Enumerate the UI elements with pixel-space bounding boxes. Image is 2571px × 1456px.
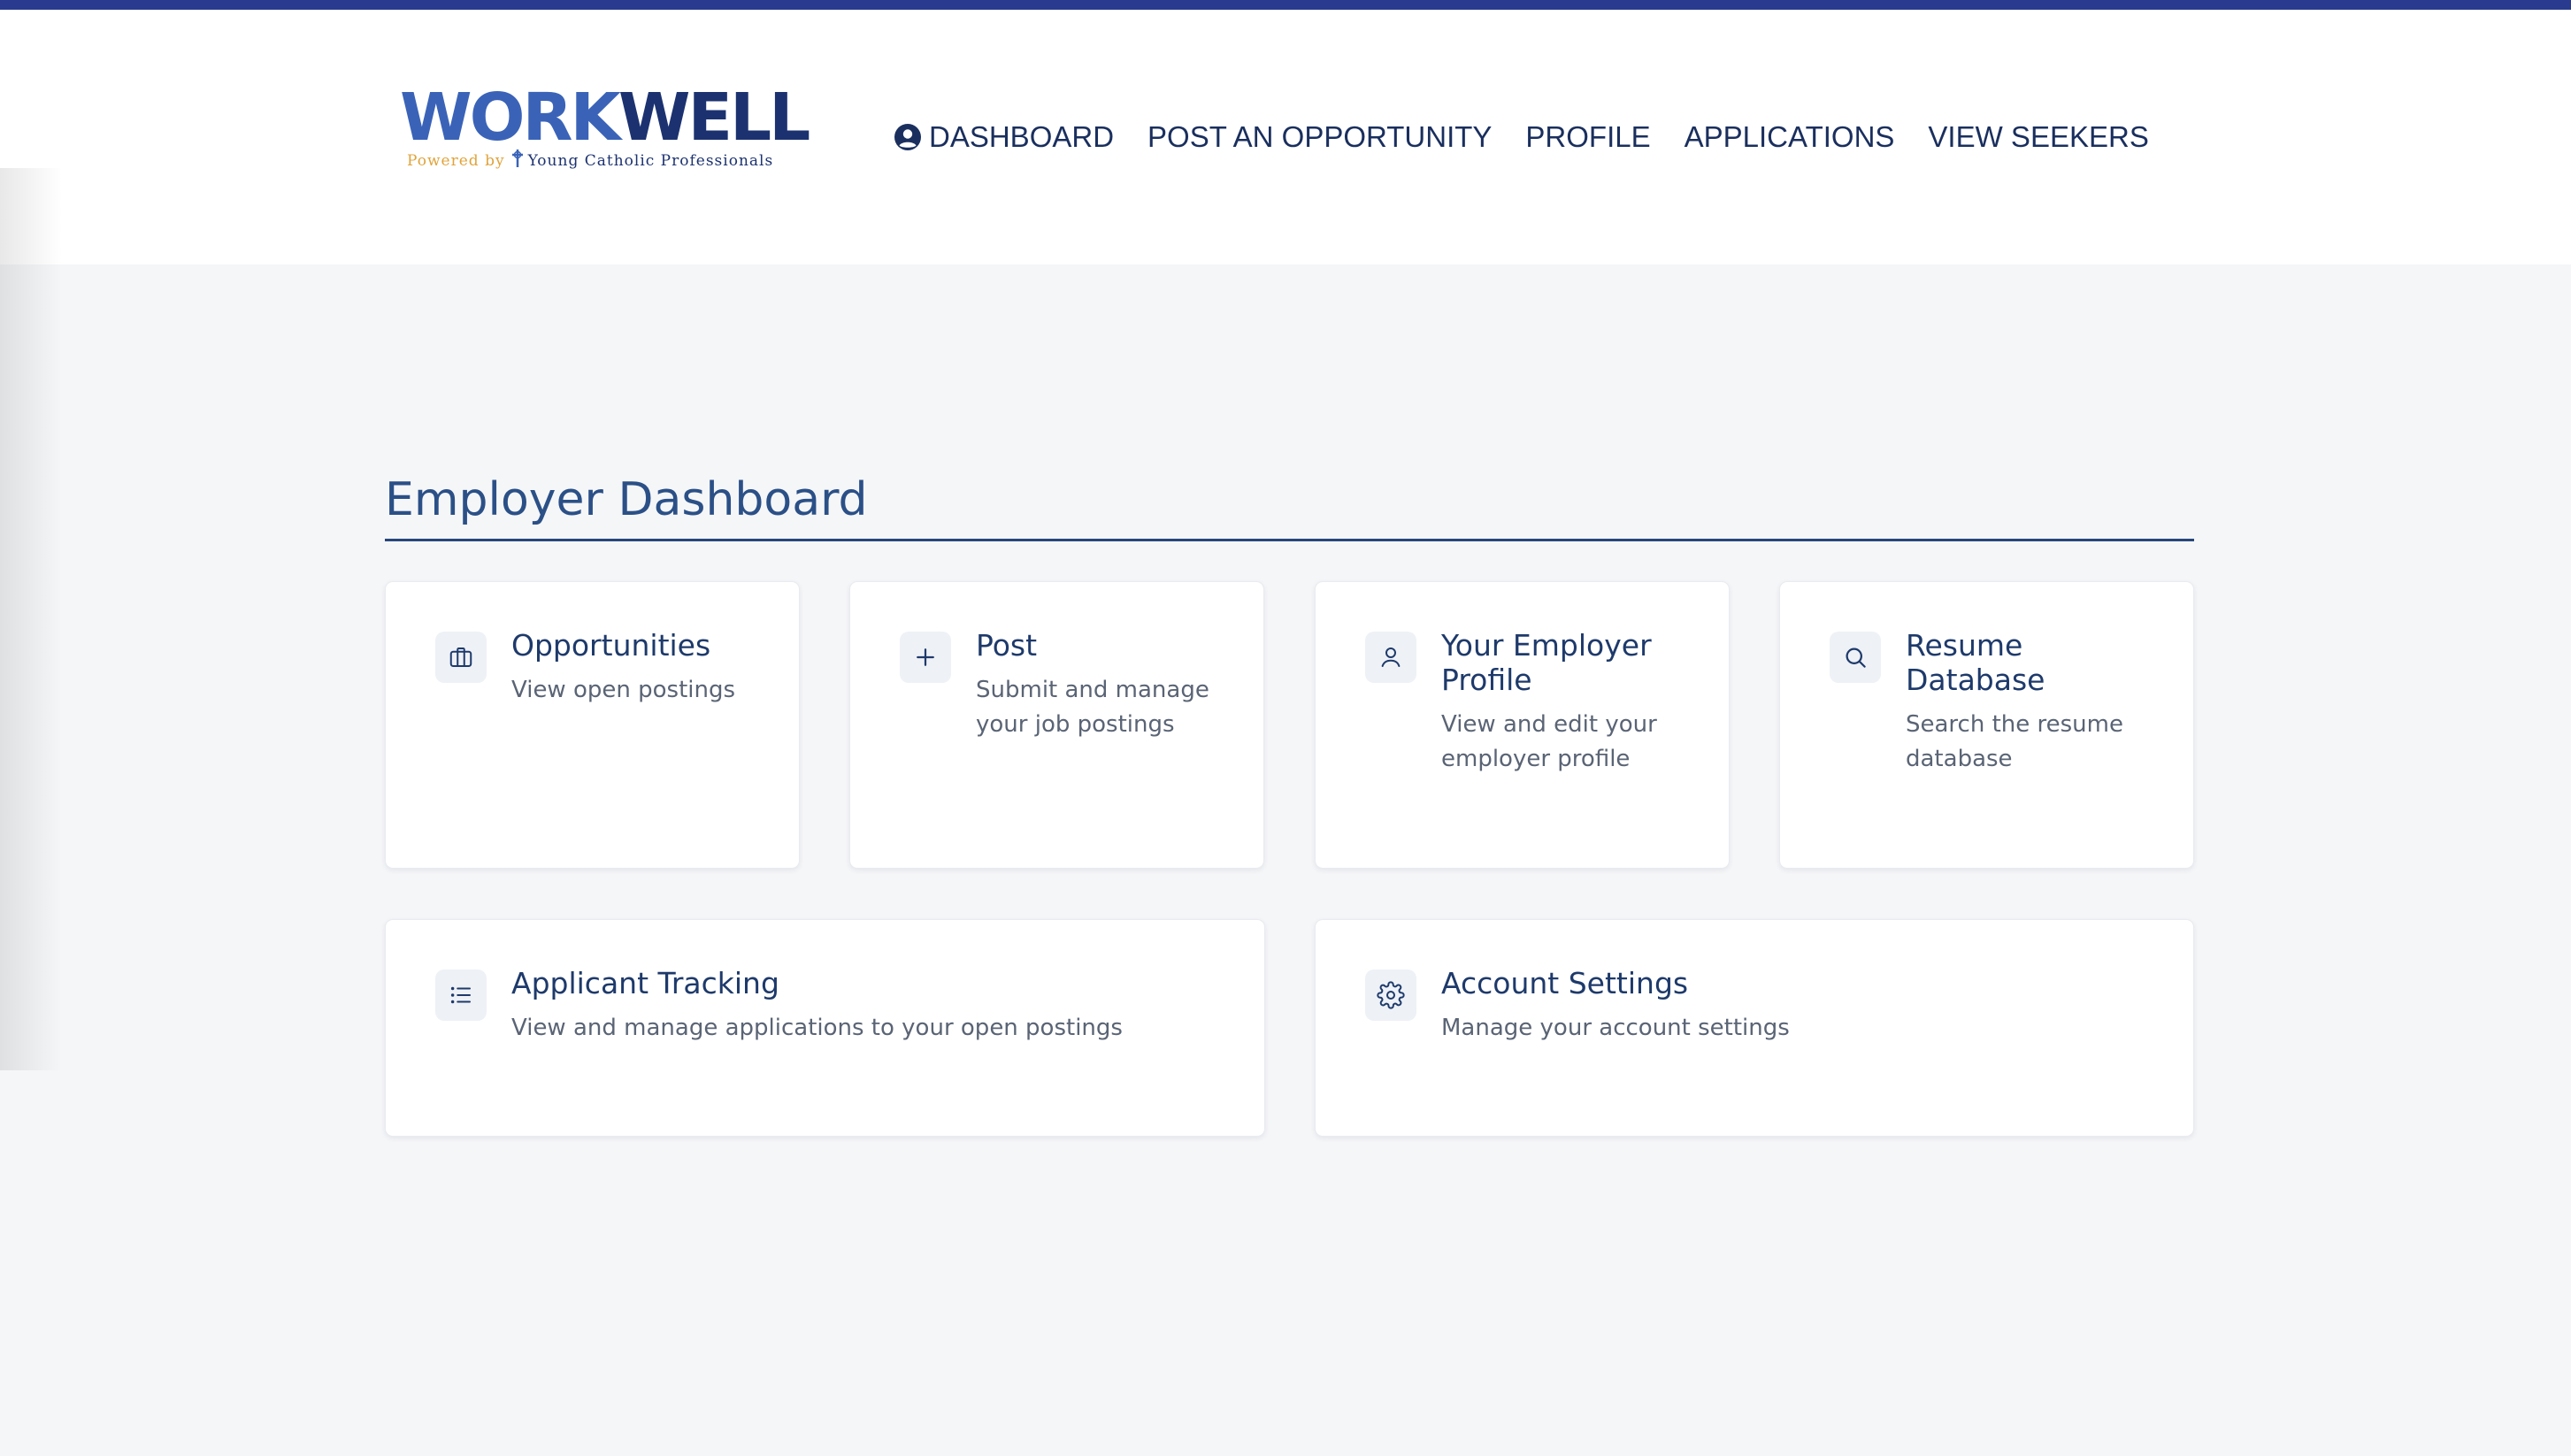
nav-label: APPLICATIONS [1684, 120, 1895, 153]
card-applicant-tracking[interactable]: Applicant Tracking View and manage appli… [385, 919, 1265, 1137]
nav-label: DASHBOARD [929, 120, 1115, 153]
card-opportunities[interactable]: Opportunities View open postings [385, 581, 800, 869]
list-icon [435, 969, 487, 1021]
logo-tagline: Powered by Young Catholic Professionals [407, 149, 773, 171]
card-title: Resume Database [1906, 628, 2045, 697]
user-circle-icon [894, 124, 921, 150]
nav-profile[interactable]: PROFILE [1525, 120, 1650, 154]
card-description: View and manage applications to your ope… [511, 1015, 1123, 1041]
gear-icon [1365, 969, 1416, 1021]
briefcase-icon [435, 632, 487, 683]
user-icon [1365, 632, 1416, 683]
card-employer-profile[interactable]: Your Employer Profile View and edit your… [1315, 581, 1730, 869]
workwell-logo[interactable]: WORKWELL Powered by Young Catholic Profes… [400, 80, 810, 177]
main-nav: DASHBOARD POST AN OPPORTUNITY PROFILE AP… [894, 115, 2149, 159]
card-resume-database[interactable]: Resume Database Search the resume databa… [1779, 581, 2194, 869]
search-icon [1830, 632, 1881, 683]
nav-label: PROFILE [1525, 120, 1651, 153]
card-title: Opportunities [511, 628, 711, 663]
card-description: View open postings [511, 677, 736, 703]
card-title: Account Settings [1441, 966, 1689, 1000]
page-title: Employer Dashboard [385, 473, 868, 526]
logo-powered-by: Powered by [407, 152, 505, 170]
card-description: Submit and manage your job postings [976, 677, 1209, 738]
card-description: Manage your account settings [1441, 1015, 1790, 1041]
card-post[interactable]: Post Submit and manage your job postings [849, 581, 1264, 869]
nav-view-seekers[interactable]: VIEW SEEKERS [1928, 120, 2148, 154]
nav-label: POST AN OPPORTUNITY [1147, 120, 1493, 153]
cross-icon [511, 149, 523, 167]
logo-word-well: WELL [618, 80, 810, 156]
card-account-settings[interactable]: Account Settings Manage your account set… [1315, 919, 2194, 1137]
nav-post-opportunity[interactable]: POST AN OPPORTUNITY [1147, 120, 1492, 154]
nav-applications[interactable]: APPLICATIONS [1685, 120, 1895, 154]
card-description: View and edit your employer profile [1441, 711, 1657, 772]
card-title: Post [976, 628, 1038, 663]
logo-word-work: WORK [400, 80, 621, 156]
logo-org-name: Young Catholic Professionals [527, 152, 774, 170]
side-shadow [0, 168, 62, 1070]
logo-wordmark: WORKWELL [400, 80, 810, 156]
nav-dashboard[interactable]: DASHBOARD [894, 120, 1114, 154]
card-description: Search the resume database [1906, 711, 2123, 772]
plus-icon [900, 632, 951, 683]
card-title: Applicant Tracking [511, 966, 779, 1000]
nav-label: VIEW SEEKERS [1928, 120, 2149, 153]
top-accent-stripe [0, 0, 2571, 10]
title-divider [385, 539, 2194, 541]
card-title: Your Employer Profile [1441, 628, 1652, 697]
